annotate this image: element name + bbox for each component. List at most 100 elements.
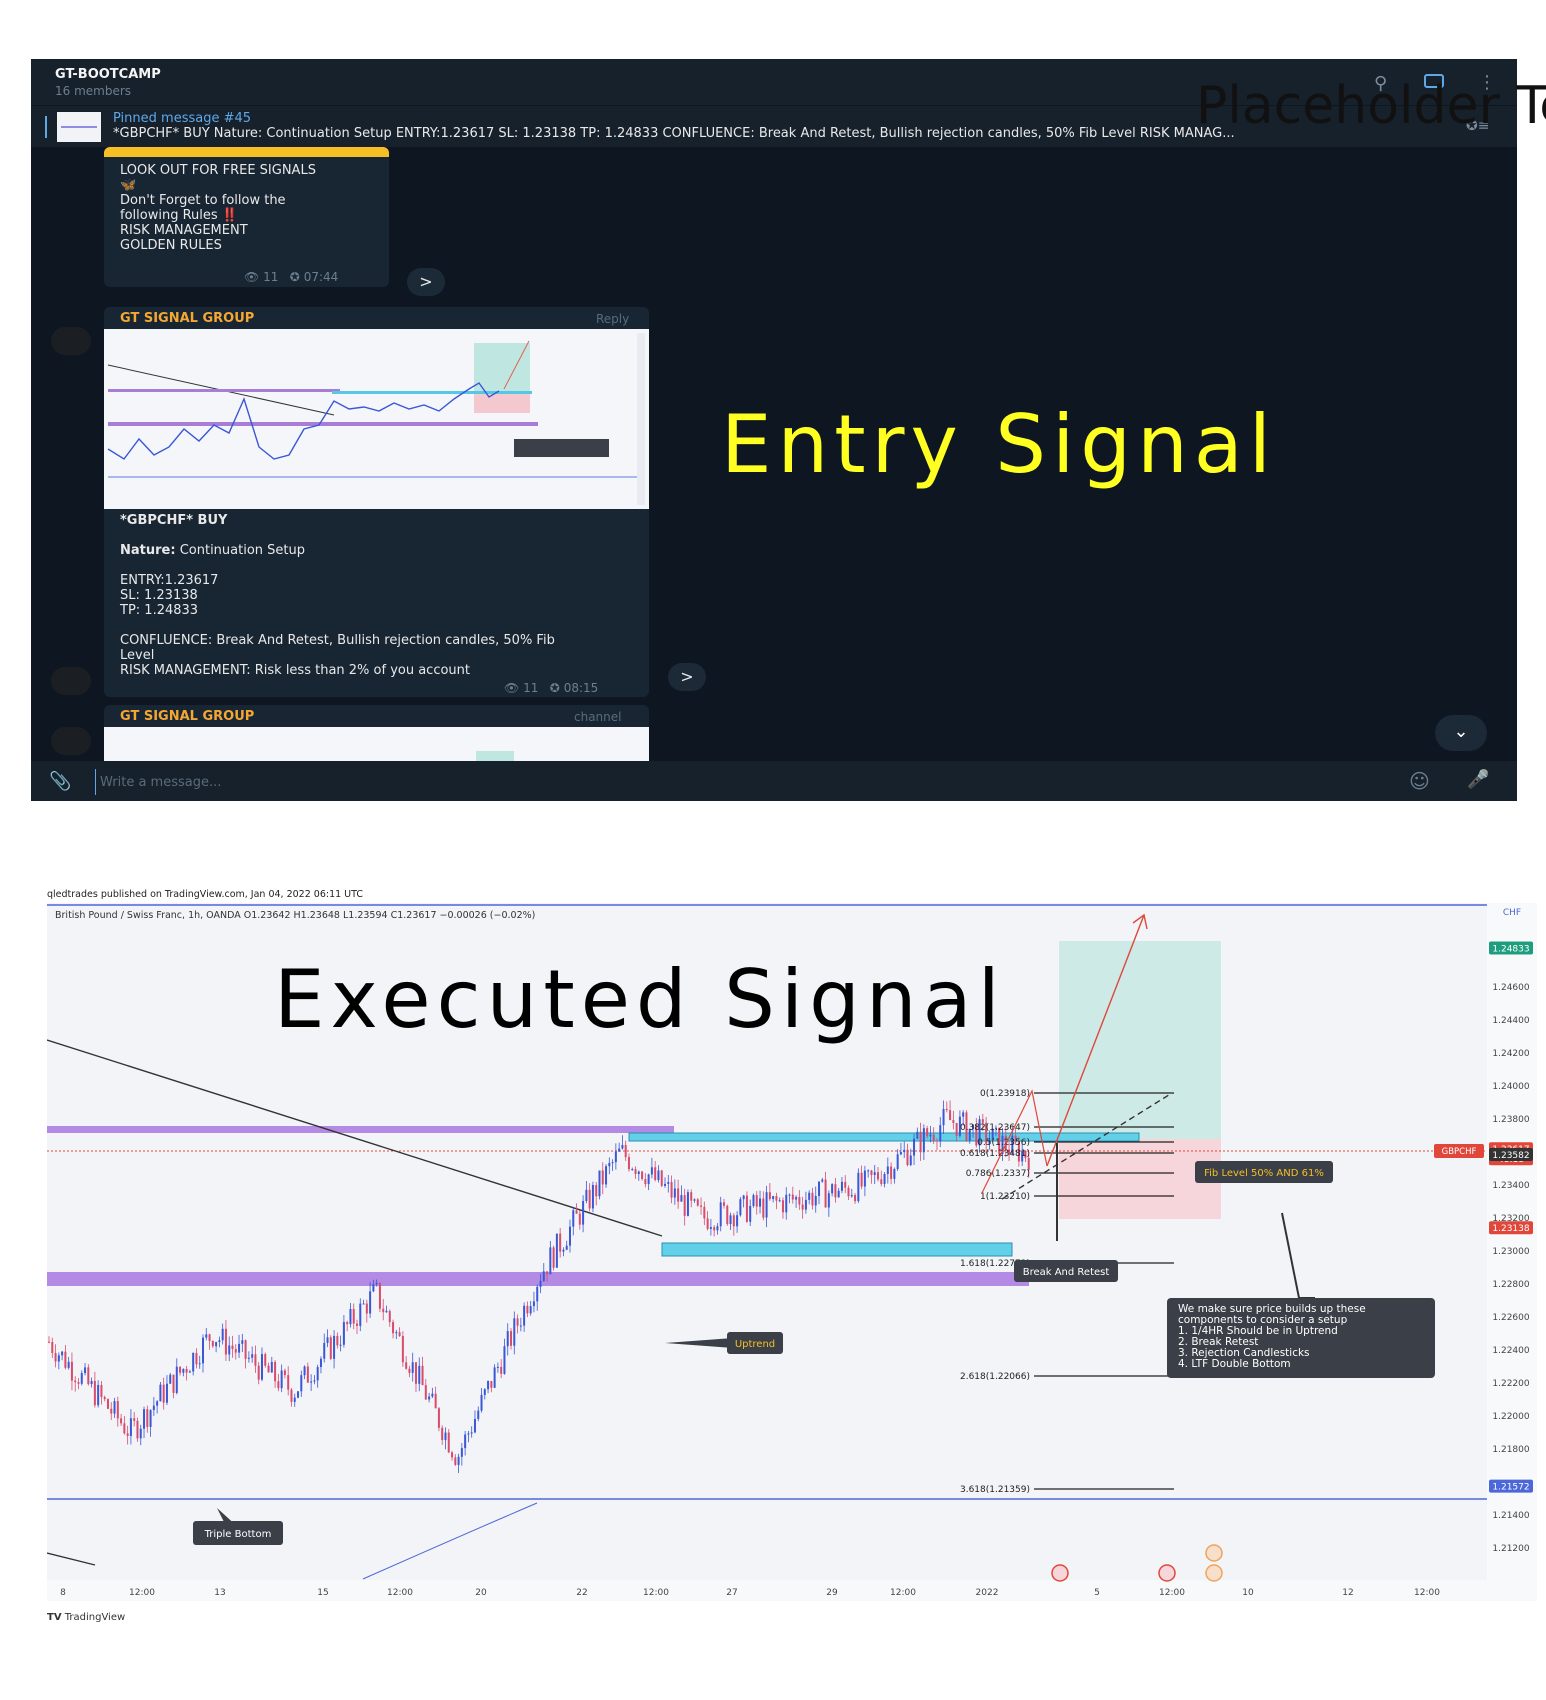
candle-body [123, 1423, 126, 1434]
candle-body [323, 1343, 326, 1359]
candle-body [906, 1149, 909, 1166]
candle-body [234, 1349, 237, 1353]
message-bubble[interactable]: GT SIGNAL GROUP Reply *GBPCHF* BUY Natur… [104, 307, 649, 697]
candle-body [97, 1384, 100, 1406]
price-label: 1.23138 [1492, 1224, 1529, 1234]
message-line: LOOK OUT FOR FREE SIGNALS [120, 163, 316, 178]
signal-heading: *GBPCHF* BUY [120, 513, 228, 528]
triple-bottom-text: Triple Bottom [204, 1529, 272, 1540]
event-marker-icon[interactable] [1158, 1564, 1176, 1582]
candle-body [48, 1341, 50, 1343]
candle-body [867, 1170, 870, 1172]
time-label: 12:00 [1414, 1588, 1440, 1598]
nature-value: Continuation Setup [179, 543, 305, 558]
avatar[interactable] [51, 327, 91, 355]
nature-label: Nature: [120, 543, 176, 558]
candle-body [516, 1318, 519, 1326]
candle-body [873, 1172, 876, 1175]
sender-name[interactable]: GT SIGNAL GROUP [120, 311, 254, 326]
candle-body [496, 1366, 499, 1368]
candle-body [300, 1375, 303, 1392]
candle-body [844, 1181, 847, 1188]
forward-button[interactable]: > [407, 268, 445, 296]
candle-body [375, 1282, 378, 1285]
time-label: 12 [1342, 1588, 1353, 1598]
candle-body [483, 1389, 486, 1395]
candle-body [401, 1336, 404, 1363]
emoji-icon[interactable]: ☺ [1409, 769, 1430, 793]
message-line: GOLDEN RULES [120, 238, 222, 253]
avatar[interactable] [51, 727, 91, 755]
forward-button[interactable]: > [668, 663, 706, 691]
price-label: 1.23800 [1492, 1115, 1529, 1125]
sender-name[interactable]: GT SIGNAL GROUP [120, 709, 254, 724]
message-line: following Rules ‼️ [120, 208, 238, 223]
time-label: 27 [726, 1588, 737, 1598]
candle-body [457, 1456, 460, 1465]
candle-body [562, 1249, 565, 1252]
avatar[interactable] [51, 667, 91, 695]
candle-body [336, 1335, 339, 1346]
pin-icon: ✪ [289, 270, 300, 284]
pinned-thumbnail [57, 112, 101, 142]
candle-body [257, 1365, 260, 1380]
paperclip-icon[interactable]: 📎 [49, 771, 71, 792]
candle-body [464, 1434, 467, 1449]
candle-body [70, 1361, 73, 1381]
candle-body [162, 1384, 165, 1403]
candle-body [103, 1396, 106, 1400]
message-bubble[interactable]: LOOK OUT FOR FREE SIGNALS 🦋 Don't Forget… [104, 147, 389, 287]
reply-label[interactable]: Reply [596, 312, 629, 326]
time-axis[interactable] [47, 1580, 1487, 1601]
time-label: 13 [214, 1588, 225, 1598]
setup-note-callout[interactable]: We make sure price builds up these compon… [1167, 1298, 1435, 1378]
candle-body [503, 1346, 506, 1374]
candle-body [745, 1195, 748, 1222]
view-count: 11 [523, 681, 539, 695]
microphone-icon[interactable]: 🎤 [1467, 769, 1489, 790]
fib-level-callout[interactable]: Fib Level 50% AND 61% [1195, 1161, 1333, 1183]
candle-body [303, 1366, 306, 1376]
candle-body [352, 1309, 355, 1324]
candle-body [850, 1194, 853, 1197]
scroll-down-button[interactable]: ⌄ [1435, 715, 1487, 751]
candle-body [801, 1204, 804, 1210]
candle-body [945, 1108, 948, 1111]
price-label: 1.24600 [1492, 983, 1529, 993]
candle-body [152, 1405, 155, 1411]
message-composer: 📎 ☺ 🎤 [31, 761, 1517, 801]
chart-thumbnail[interactable] [104, 329, 649, 509]
candle-body [729, 1215, 732, 1225]
chart-thumbnail[interactable] [104, 727, 649, 761]
event-marker-icon[interactable] [1205, 1564, 1223, 1582]
event-marker-icon[interactable] [1205, 1544, 1223, 1562]
time-label: 12:00 [1159, 1588, 1185, 1598]
candle-body [532, 1301, 535, 1307]
candle-body [428, 1396, 431, 1400]
message-bubble[interactable]: GT SIGNAL GROUP channel [104, 705, 649, 761]
event-marker-icon[interactable] [1051, 1564, 1069, 1582]
candle-body [732, 1215, 735, 1227]
candle-body [549, 1247, 552, 1275]
candle-body [778, 1200, 781, 1202]
chat-title[interactable]: GT-BOOTCAMP [55, 67, 161, 82]
candle-body [395, 1332, 398, 1334]
candle-body [378, 1282, 381, 1309]
eye-icon: 👁 [504, 681, 520, 695]
price-label: 1.22400 [1492, 1346, 1529, 1356]
time-label: 12:00 [387, 1588, 413, 1598]
candle-body [677, 1188, 680, 1202]
candle-body [939, 1125, 942, 1142]
candle-body [218, 1340, 221, 1343]
candle-body [595, 1184, 598, 1197]
candle-body [654, 1167, 657, 1180]
candle-body [876, 1172, 879, 1180]
candle-body [80, 1373, 83, 1384]
candle-body [156, 1401, 159, 1406]
take-profit-zone [1059, 941, 1221, 1139]
candle-body [267, 1365, 270, 1373]
candle-body [739, 1199, 742, 1216]
message-input[interactable] [95, 769, 1402, 795]
break-retest-callout[interactable]: Break And Retest [1014, 1260, 1118, 1282]
candle-body [696, 1199, 699, 1206]
